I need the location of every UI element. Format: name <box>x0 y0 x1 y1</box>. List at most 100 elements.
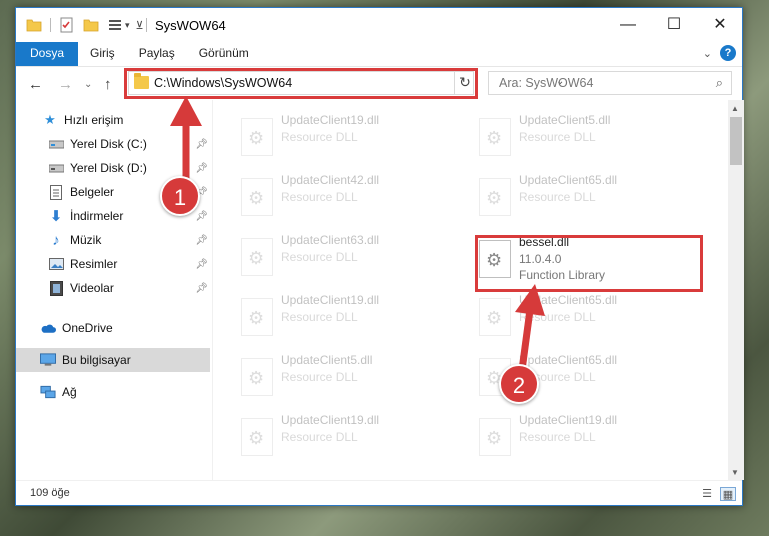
list-item[interactable]: UpdateClient65.dll Resource DLL <box>471 288 686 340</box>
list-item[interactable]: UpdateClient19.dll Resource DLL <box>233 408 448 460</box>
pin-icon[interactable]: 📌︎ <box>195 163 208 174</box>
qa-overflow-icon[interactable]: ⊻ <box>136 19 144 32</box>
file-type: Resource DLL <box>281 310 358 324</box>
search-icon[interactable]: ⌕ <box>716 75 723 91</box>
window-title: SysWOW64 <box>155 18 226 33</box>
scrollbar-thumb[interactable] <box>730 117 742 165</box>
list-item[interactable]: UpdateClient5.dll Resource DLL <box>233 348 448 400</box>
scroll-down-icon[interactable]: ▼ <box>731 468 739 477</box>
file-type: Resource DLL <box>281 370 358 384</box>
network-icon <box>40 384 56 400</box>
scroll-up-icon[interactable]: ▲ <box>731 104 739 113</box>
tab-gorunum[interactable]: Görünüm <box>187 42 261 66</box>
list-item[interactable]: UpdateClient19.dll Resource DLL <box>233 108 448 160</box>
dll-file-icon <box>479 118 511 156</box>
status-bar: 109 öğe ☰ ▦ <box>16 480 742 506</box>
file-name: UpdateClient5.dll <box>281 353 373 367</box>
list-item[interactable]: UpdateClient63.dll Resource DLL <box>233 228 448 280</box>
search-box[interactable]: Ara: SysWOW64 ⌕ <box>488 71 732 95</box>
sidebar-item-label: Belgeler <box>70 185 115 199</box>
dll-file-icon <box>241 358 273 396</box>
pin-icon[interactable]: 📌︎ <box>195 259 208 270</box>
pin-icon[interactable]: 📌︎ <box>195 235 208 246</box>
sidebar-item-this-pc[interactable]: Bu bilgisayar <box>16 348 210 372</box>
file-name: UpdateClient19.dll <box>519 413 618 427</box>
folder-icon <box>26 19 42 32</box>
list-item[interactable]: UpdateClient19.dll Resource DLL <box>233 288 448 340</box>
sidebar-item-label: Yerel Disk (C:) <box>70 137 147 151</box>
drive-icon <box>48 136 64 152</box>
customize-toolbar-icon[interactable] <box>107 17 123 33</box>
sidebar-item-label: Videolar <box>70 281 114 295</box>
back-button[interactable]: ← <box>28 76 43 93</box>
item-count: 109 öğe <box>30 487 70 499</box>
search-input[interactable]: Ara: SysWOW64 <box>499 76 593 90</box>
cloud-icon <box>40 320 56 336</box>
list-item[interactable]: UpdateClient5.dll Resource DLL <box>471 108 686 160</box>
tab-dosya[interactable]: Dosya <box>16 42 79 66</box>
annotation-highlight-address <box>124 68 478 99</box>
recent-locations-button[interactable]: ⌄ <box>84 79 92 90</box>
ribbon-controls: ⌄ ? <box>703 45 736 61</box>
qa-dropdown-icon[interactable]: ▾ <box>125 20 130 31</box>
help-button[interactable]: ? <box>720 45 736 61</box>
file-name: UpdateClient65.dll <box>519 353 618 367</box>
dll-file-icon <box>241 178 273 216</box>
dll-file-icon <box>241 118 273 156</box>
up-button[interactable]: ↑ <box>104 76 112 93</box>
annotation-badge-2: 2 <box>499 364 539 404</box>
dll-file-icon <box>479 298 511 336</box>
pin-icon[interactable]: 📌︎ <box>195 211 208 222</box>
file-type: Resource DLL <box>519 430 596 444</box>
chevron-down-icon[interactable]: ⌄ <box>703 47 712 60</box>
file-name: UpdateClient65.dll <box>519 293 618 307</box>
ribbon-tabs: Dosya Giriş Paylaş Görünüm ⌄ ? <box>16 42 742 66</box>
details-view-icon[interactable]: ☰ <box>699 487 715 501</box>
sidebar-item-videos[interactable]: Videolar 📌︎ <box>16 276 212 300</box>
documents-icon <box>48 184 64 200</box>
sidebar-item-onedrive[interactable]: OneDrive <box>16 316 212 340</box>
sidebar-item-pictures[interactable]: Resimler 📌︎ <box>16 252 212 276</box>
pictures-icon <box>48 256 64 272</box>
new-folder-icon[interactable] <box>83 17 99 33</box>
pin-icon[interactable]: 📌︎ <box>195 139 208 150</box>
minimize-button[interactable]: — <box>605 8 651 42</box>
sidebar-item-label: Resimler <box>70 257 118 271</box>
file-name: UpdateClient42.dll <box>281 173 380 187</box>
properties-icon[interactable] <box>59 17 75 33</box>
vertical-scrollbar[interactable]: ▲ ▼ <box>728 100 744 480</box>
sidebar-item-music[interactable]: ♪ Müzik 📌︎ <box>16 228 212 252</box>
file-type: Resource DLL <box>281 430 358 444</box>
sidebar-item-label: Yerel Disk (D:) <box>70 161 147 175</box>
close-button[interactable]: ✕ <box>697 8 743 42</box>
file-type: Resource DLL <box>281 130 358 144</box>
maximize-button[interactable]: ☐ <box>651 8 697 42</box>
sidebar-item-quick-access[interactable]: ★ Hızlı erişim <box>16 108 212 132</box>
sidebar-item-network[interactable]: Ağ <box>16 380 212 404</box>
annotation-highlight-file <box>475 235 703 292</box>
dll-file-icon <box>479 418 511 456</box>
sidebar-item-label: Bu bilgisayar <box>62 353 131 367</box>
list-item[interactable]: UpdateClient19.dll Resource DLL <box>471 408 686 460</box>
file-name: UpdateClient63.dll <box>281 233 380 247</box>
list-item[interactable]: UpdateClient65.dll Resource DLL <box>471 168 686 220</box>
sidebar-item-drive-c[interactable]: Yerel Disk (C:) 📌︎ <box>16 132 212 156</box>
large-icons-view-icon[interactable]: ▦ <box>720 487 736 501</box>
list-item[interactable]: UpdateClient42.dll Resource DLL <box>233 168 448 220</box>
file-name: UpdateClient5.dll <box>519 113 611 127</box>
file-type: Resource DLL <box>519 130 596 144</box>
file-type: Resource DLL <box>281 250 358 264</box>
title-bar: ▾ ⊻ SysWOW64 — ☐ ✕ <box>16 8 742 42</box>
sidebar-item-label: Ağ <box>62 385 77 399</box>
file-name: UpdateClient19.dll <box>281 113 380 127</box>
file-type: Resource DLL <box>281 190 358 204</box>
annotation-badge-1: 1 <box>160 176 200 216</box>
forward-button[interactable]: → <box>58 76 73 93</box>
dll-file-icon <box>241 418 273 456</box>
file-name: UpdateClient19.dll <box>281 413 380 427</box>
file-name: UpdateClient19.dll <box>281 293 380 307</box>
tab-paylas[interactable]: Paylaş <box>127 42 187 66</box>
pin-icon[interactable]: 📌︎ <box>195 283 208 294</box>
quick-access-toolbar: ▾ ⊻ <box>26 17 144 33</box>
tab-giris[interactable]: Giriş <box>78 42 127 66</box>
